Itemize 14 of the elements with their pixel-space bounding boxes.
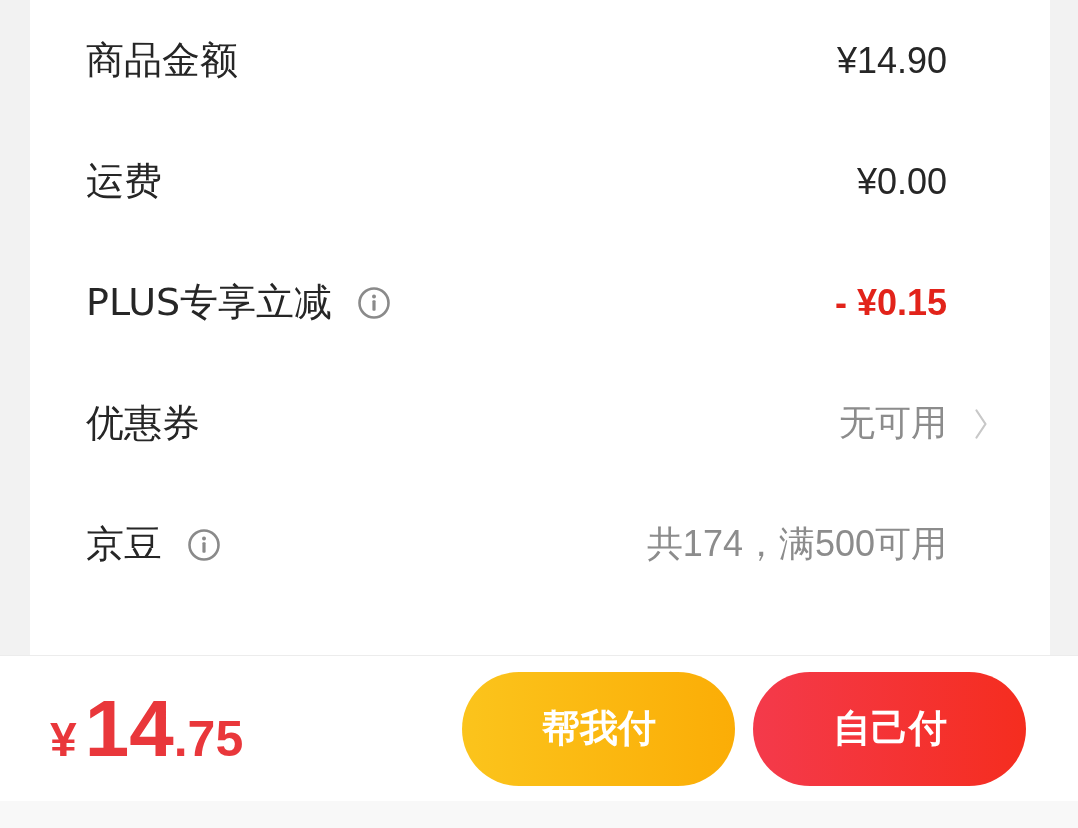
total-price: ¥14.75 [50,688,244,769]
info-icon[interactable] [188,528,220,561]
row-label: 优惠券 [86,400,200,447]
row-value: - ¥0.15 [834,281,947,324]
row-value: 共174，满500可用 [646,522,947,566]
row-label: 运费 [86,158,162,205]
row-label: 京豆 [86,521,162,568]
info-icon[interactable] [358,286,391,319]
row-label: 商品金额 [86,37,238,84]
row-value: ¥0.00 [856,160,947,203]
self-pay-button[interactable]: 自己付 [753,671,1026,786]
row-value: ¥14.90 [836,39,947,82]
row-value: 无可用 [839,401,947,445]
row-label: PLUS专享立减 [86,279,333,326]
